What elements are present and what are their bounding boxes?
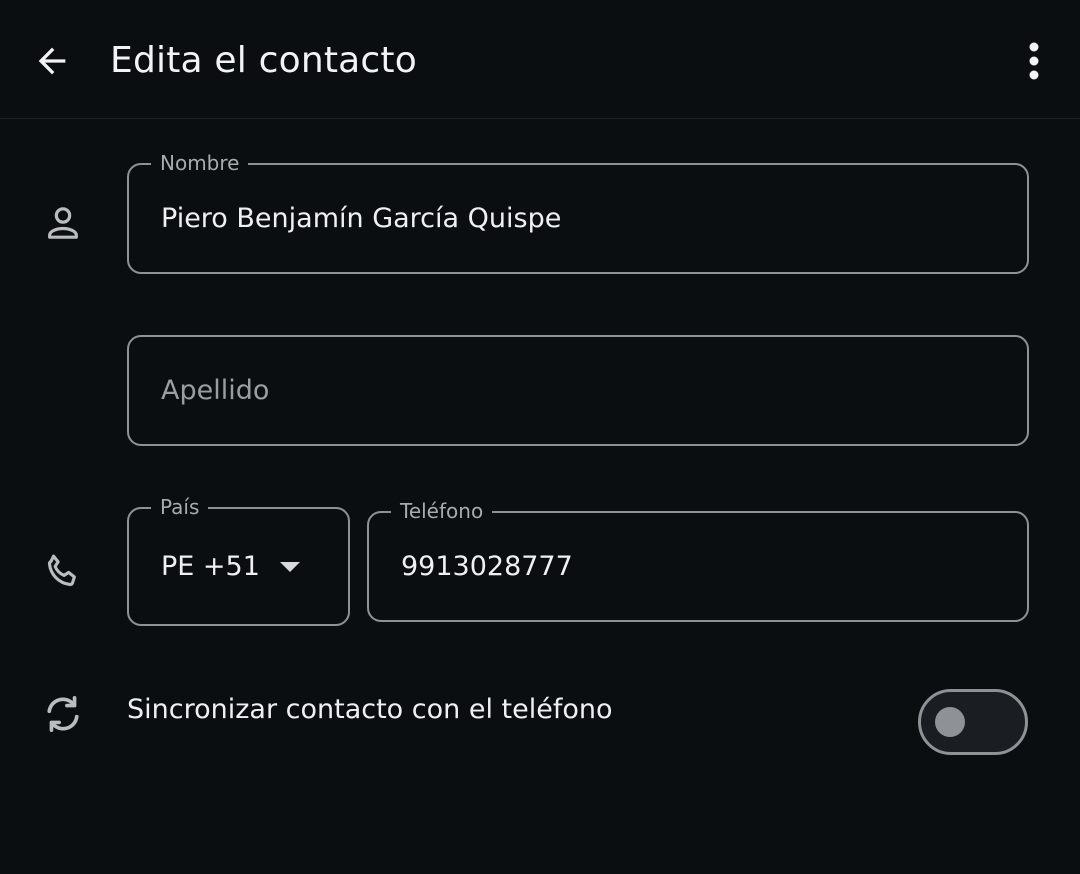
name-field[interactable]: Nombre Piero Benjamín García Quispe [127, 150, 1029, 274]
person-icon [39, 199, 87, 247]
country-code-select[interactable]: País PE +51 [127, 494, 350, 626]
arrow-back-icon [38, 47, 66, 75]
country-field-value: PE +51 [161, 551, 260, 582]
phone-icon [39, 547, 87, 595]
dropdown-arrow-icon [280, 561, 300, 572]
surname-field-placeholder: Apellido [161, 375, 270, 406]
phone-field[interactable]: Teléfono 9913028777 [367, 498, 1029, 622]
more-options-button[interactable] [1006, 31, 1062, 91]
page-title: Edita el contacto [110, 40, 417, 81]
surname-field[interactable]: Apellido [127, 335, 1029, 446]
sync-label: Sincronizar contacto con el teléfono [127, 694, 613, 725]
sync-toggle-knob [935, 707, 965, 737]
top-app-bar: Edita el contacto [0, 0, 1080, 119]
phone-field-value: 9913028777 [401, 551, 573, 582]
more-vert-icon [1029, 42, 1039, 80]
sync-icon [39, 690, 87, 738]
back-button[interactable] [22, 31, 82, 91]
name-field-value: Piero Benjamín García Quispe [161, 203, 562, 234]
sync-toggle[interactable] [918, 689, 1028, 755]
